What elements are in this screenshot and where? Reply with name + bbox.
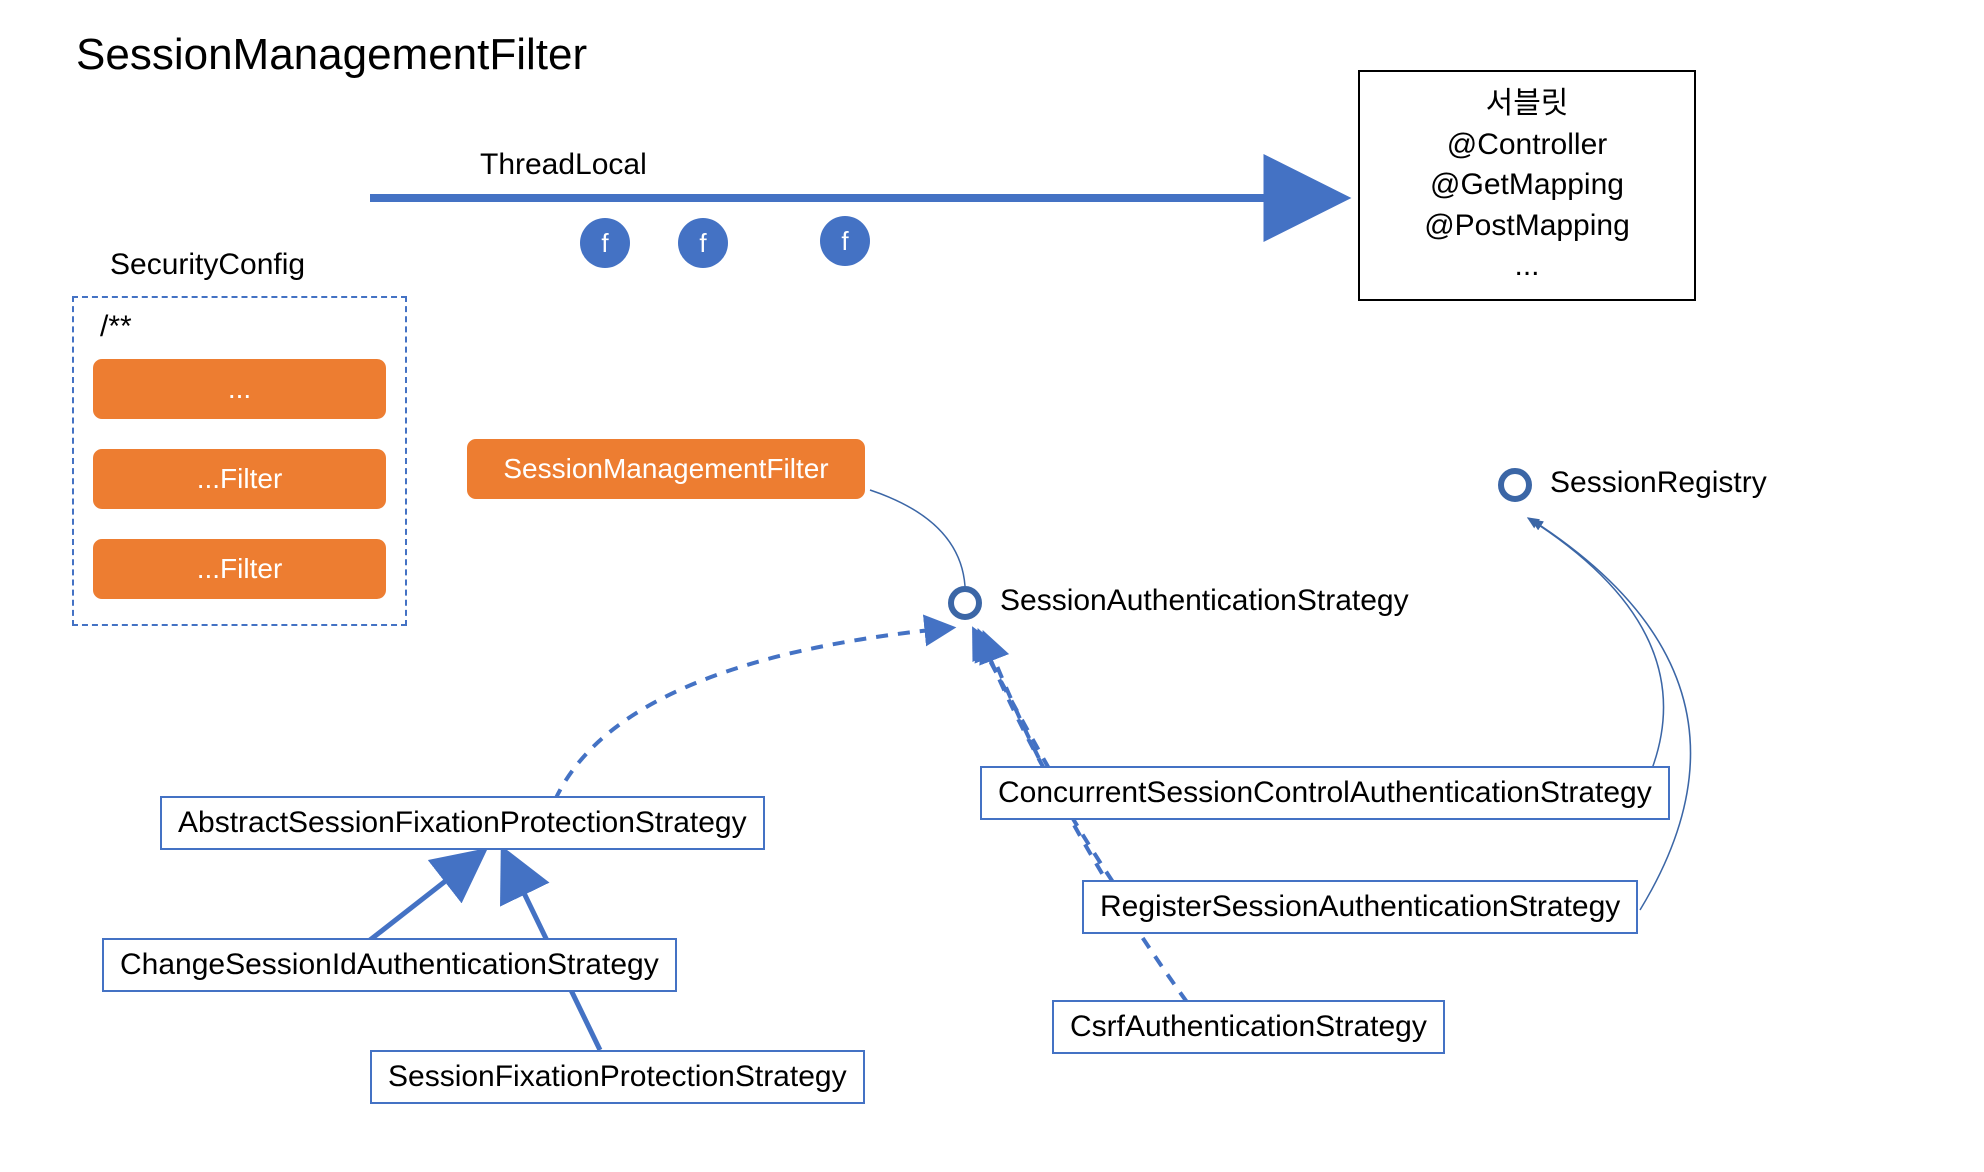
connector-abstract-to-circle <box>555 628 950 800</box>
interface-icon <box>1498 468 1532 502</box>
security-config-pattern: /** <box>100 310 132 344</box>
change-session-id-box: ChangeSessionIdAuthenticationStrategy <box>102 938 677 992</box>
register-session-box: RegisterSessionAuthenticationStrategy <box>1082 880 1638 934</box>
servlet-line: ... <box>1380 246 1674 287</box>
servlet-line: @GetMapping <box>1380 165 1674 206</box>
connector-concurrent-to-circle <box>975 632 1060 788</box>
filter-item: ... <box>92 358 387 420</box>
session-registry-label: SessionRegistry <box>1550 466 1767 500</box>
connector-concurrent-to-registry <box>1528 518 1664 796</box>
session-auth-strategy-label: SessionAuthenticationStrategy <box>1000 584 1409 618</box>
abstract-fixation-box: AbstractSessionFixationProtectionStrateg… <box>160 796 765 850</box>
filter-icon: f <box>678 218 728 268</box>
filter-icon: f <box>580 218 630 268</box>
connector-changeid-to-abstract <box>370 858 475 940</box>
connector-filter-to-strategy <box>870 490 965 586</box>
filter-icon: f <box>820 216 870 266</box>
connector-register-to-registry <box>1532 520 1691 910</box>
servlet-box: 서블릿 @Controller @GetMapping @PostMapping… <box>1358 70 1696 301</box>
session-management-filter-box: SessionManagementFilter <box>466 438 866 500</box>
concurrent-control-box: ConcurrentSessionControlAuthenticationSt… <box>980 766 1670 820</box>
filter-item: ...Filter <box>92 538 387 600</box>
servlet-line: @Controller <box>1380 125 1674 166</box>
filter-item: ...Filter <box>92 448 387 510</box>
csrf-strategy-box: CsrfAuthenticationStrategy <box>1052 1000 1445 1054</box>
interface-icon <box>948 586 982 620</box>
connector-csrf-to-circle <box>985 636 1200 1020</box>
servlet-line: @PostMapping <box>1380 206 1674 247</box>
security-config-label: SecurityConfig <box>110 248 305 282</box>
session-fixation-box: SessionFixationProtectionStrategy <box>370 1050 865 1104</box>
diagram-title: SessionManagementFilter <box>76 30 587 80</box>
servlet-line: 서블릿 <box>1380 84 1674 125</box>
threadlocal-label: ThreadLocal <box>480 148 647 182</box>
